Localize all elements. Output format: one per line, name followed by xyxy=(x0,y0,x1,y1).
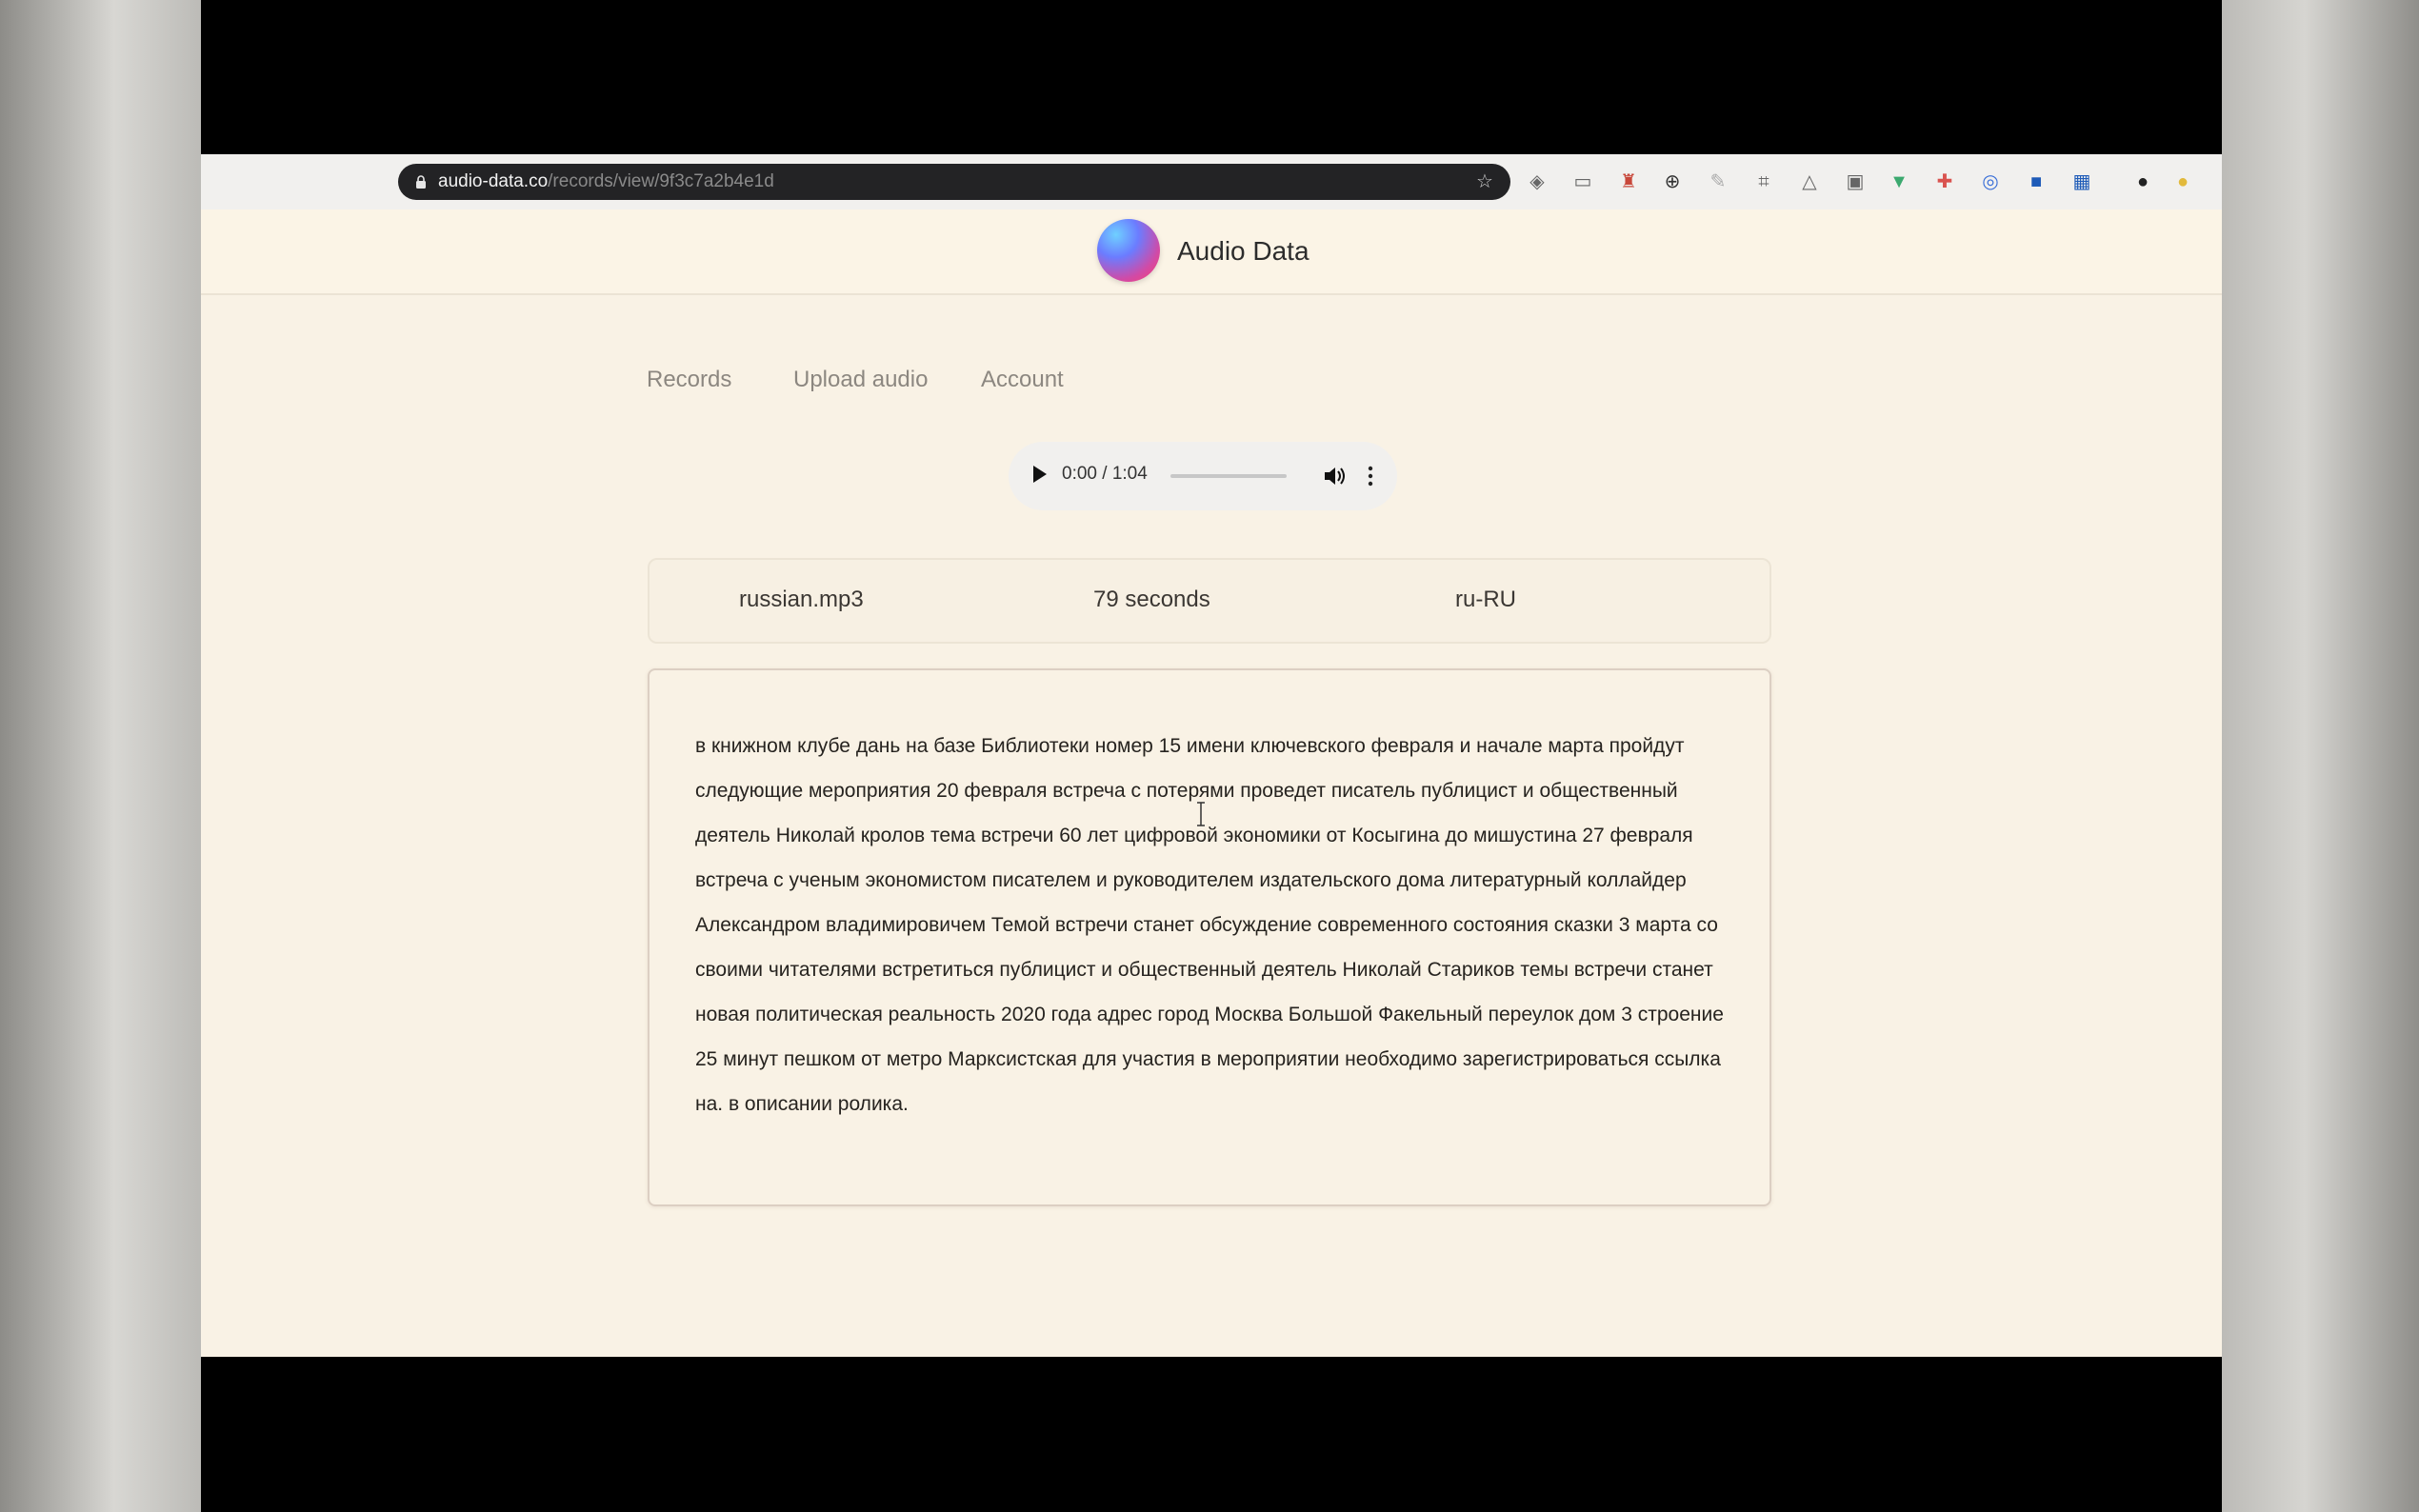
transcript-box[interactable]: в книжном клубе дань на базе Библиотеки … xyxy=(648,668,1771,1206)
progress-slider[interactable] xyxy=(1170,474,1287,478)
lock-icon xyxy=(416,175,426,189)
time-display: 0:00 / 1:04 xyxy=(1062,464,1148,484)
doc-icon[interactable]: ▣ xyxy=(1843,168,1868,196)
record-language: ru-RU xyxy=(1455,587,1516,612)
bulb-icon[interactable]: ● xyxy=(2170,168,2195,196)
url-path: /records/view/9f3c7a2b4e1d xyxy=(548,171,774,191)
filter-icon[interactable]: ▼ xyxy=(1887,168,1911,196)
text-cursor-icon xyxy=(1197,802,1205,826)
circle-icon[interactable]: ◎ xyxy=(1978,168,2003,196)
brand-name[interactable]: Audio Data xyxy=(1177,236,1309,267)
browser-toolbar: audio-data.co/records/view/9f3c7a2b4e1d … xyxy=(201,154,2222,210)
drive-icon[interactable]: △ xyxy=(1797,168,1822,196)
transcript-text: в книжном клубе дань на базе Библиотеки … xyxy=(695,735,1724,1115)
web-page: Audio Data Records Upload audio Account … xyxy=(201,209,2222,1357)
nav-account[interactable]: Account xyxy=(981,367,1064,393)
puzzle-icon[interactable]: ⌗ xyxy=(1751,168,1776,196)
pocket-icon[interactable]: ♜ xyxy=(1616,168,1641,196)
url-host: audio-data.co xyxy=(438,171,549,191)
address-bar[interactable]: audio-data.co/records/view/9f3c7a2b4e1d … xyxy=(398,164,1510,200)
translate-icon[interactable]: ▭ xyxy=(1570,168,1595,196)
brand-logo[interactable] xyxy=(1097,219,1160,282)
site-header: Audio Data xyxy=(201,209,2222,295)
shield-icon[interactable]: ◈ xyxy=(1525,168,1549,196)
bookmark-star-icon[interactable]: ☆ xyxy=(1474,171,1495,192)
record-duration: 79 seconds xyxy=(1093,587,1210,612)
play-icon[interactable] xyxy=(1033,466,1047,483)
blue-square-icon[interactable]: ■ xyxy=(2024,168,2049,196)
record-filename: russian.mp3 xyxy=(739,587,864,612)
nav-records[interactable]: Records xyxy=(647,367,731,393)
reader-icon[interactable]: ✚ xyxy=(1932,168,1957,196)
url-text: audio-data.co/records/view/9f3c7a2b4e1d xyxy=(438,171,774,192)
volume-icon[interactable] xyxy=(1321,463,1348,489)
nav-upload-audio[interactable]: Upload audio xyxy=(793,367,928,393)
record-info-card: russian.mp3 79 seconds ru-RU xyxy=(648,558,1771,644)
more-options-icon[interactable] xyxy=(1366,463,1375,489)
blue-square-2-icon[interactable]: ▦ xyxy=(2069,168,2094,196)
pen-icon[interactable]: ✎ xyxy=(1706,168,1730,196)
audio-player: 0:00 / 1:04 xyxy=(1009,442,1397,510)
lock-extension-icon[interactable]: ⊕ xyxy=(1660,168,1685,196)
profile-icon[interactable]: ● xyxy=(2130,168,2155,196)
video-frame: audio-data.co/records/view/9f3c7a2b4e1d … xyxy=(201,0,2222,1512)
